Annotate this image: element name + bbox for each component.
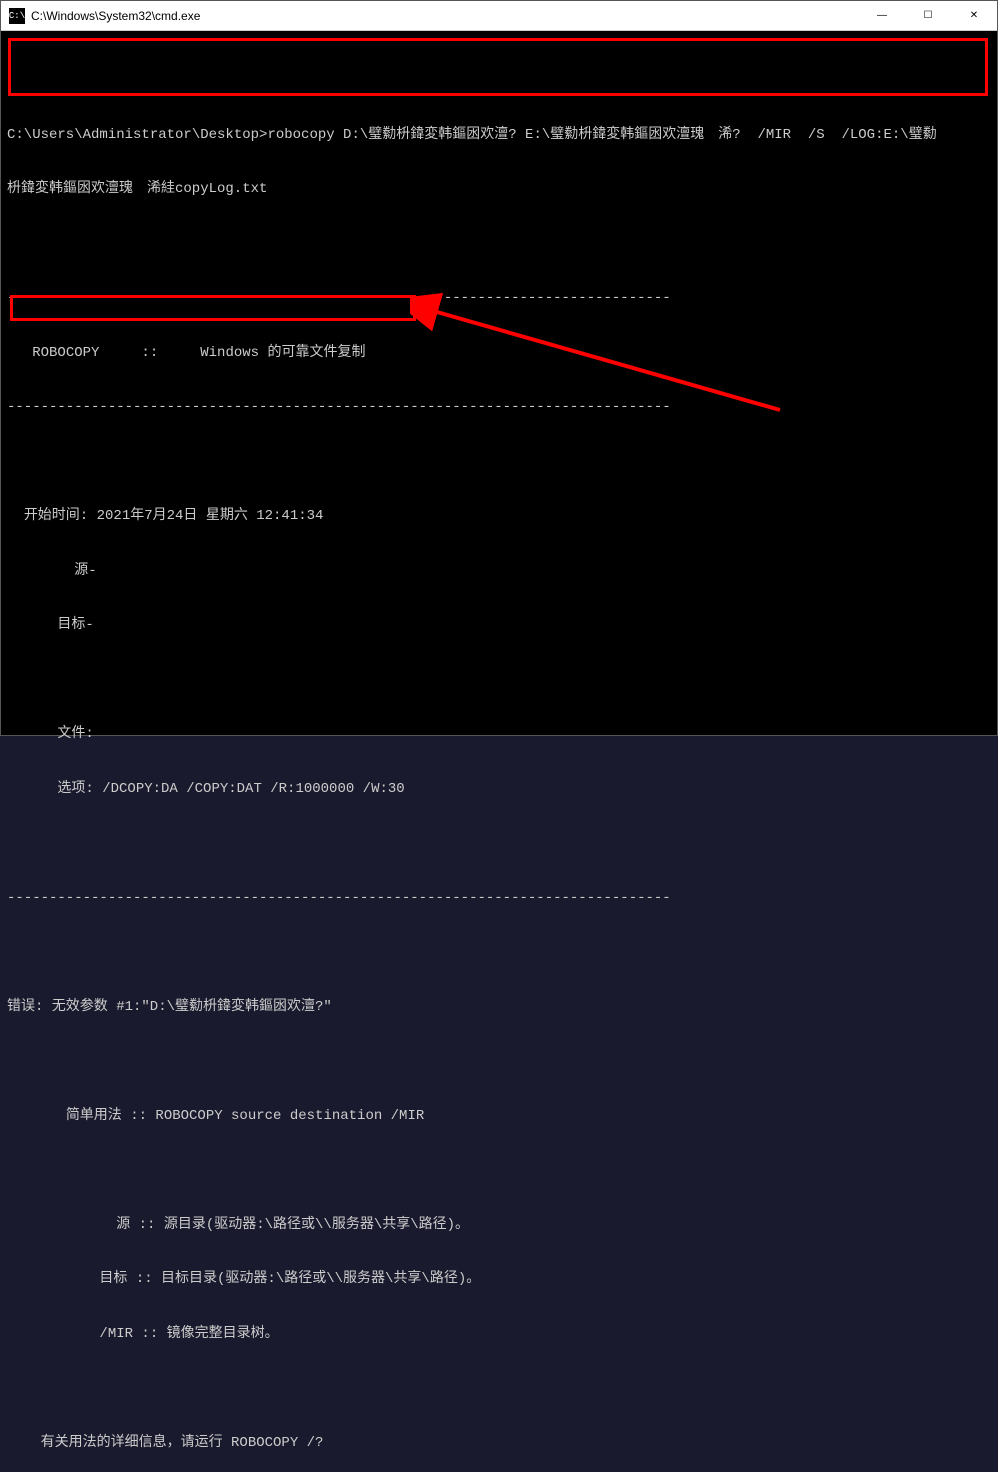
start-time: 开始时间: 2021年7月24日 星期六 12:41:34 bbox=[7, 507, 991, 525]
source-desc: 源 :: 源目录(驱动器:\路径或\\服务器\共享\路径)。 bbox=[7, 1216, 991, 1234]
target-label: 目标- bbox=[7, 616, 991, 634]
error-line: 错误: 无效参数 #1:"D:\璧勬枡鍏変韩鏂囦欢澶?" bbox=[7, 998, 991, 1016]
cmd-window: C:\ C:\Windows\System32\cmd.exe — ☐ ✕ C:… bbox=[0, 0, 998, 736]
cmd-icon: C:\ bbox=[9, 8, 25, 24]
command-line-2: 枡鍏変韩鏂囦欢澶瑰 浠絓copyLog.txt bbox=[7, 180, 991, 198]
command-line-1: C:\Users\Administrator\Desktop>robocopy … bbox=[7, 126, 991, 144]
files-label: 文件: bbox=[7, 725, 991, 743]
target-desc: 目标 :: 目标目录(驱动器:\路径或\\服务器\共享\路径)。 bbox=[7, 1270, 991, 1288]
window-controls: — ☐ ✕ bbox=[859, 1, 997, 30]
source-label: 源- bbox=[7, 562, 991, 580]
help-line: 有关用法的详细信息，请运行 ROBOCOPY /? bbox=[7, 1434, 991, 1452]
maximize-button[interactable]: ☐ bbox=[905, 1, 951, 30]
minimize-button[interactable]: — bbox=[859, 1, 905, 30]
console-output[interactable]: C:\Users\Administrator\Desktop>robocopy … bbox=[1, 31, 997, 735]
close-button[interactable]: ✕ bbox=[951, 1, 997, 30]
mir-desc: /MIR :: 镜像完整目录树。 bbox=[7, 1325, 991, 1343]
usage-line: 简单用法 :: ROBOCOPY source destination /MIR bbox=[7, 1107, 991, 1125]
robocopy-header: ROBOCOPY :: Windows 的可靠文件复制 bbox=[7, 344, 991, 362]
window-title: C:\Windows\System32\cmd.exe bbox=[31, 9, 859, 23]
options-line: 选项: /DCOPY:DA /COPY:DAT /R:1000000 /W:30 bbox=[7, 780, 991, 798]
divider-1: ----------------------------------------… bbox=[7, 289, 991, 307]
divider-2: ----------------------------------------… bbox=[7, 398, 991, 416]
titlebar[interactable]: C:\ C:\Windows\System32\cmd.exe — ☐ ✕ bbox=[1, 1, 997, 31]
divider-3: ----------------------------------------… bbox=[7, 889, 991, 907]
